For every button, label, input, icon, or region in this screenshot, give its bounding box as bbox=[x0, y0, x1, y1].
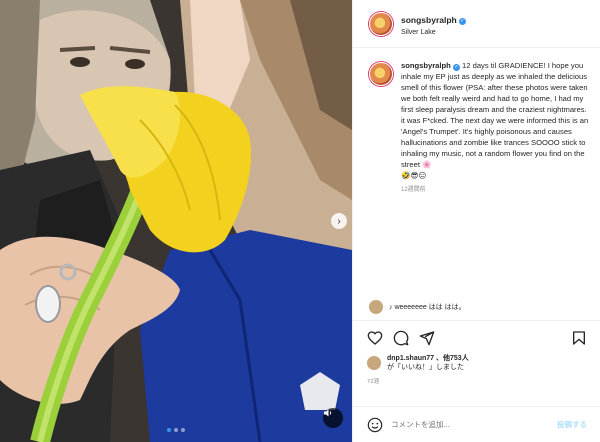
verified-badge-icon: ✓ bbox=[458, 17, 466, 25]
sound-toggle-button[interactable] bbox=[323, 408, 343, 428]
share-icon[interactable] bbox=[419, 330, 435, 346]
post-photo[interactable]: › bbox=[0, 0, 352, 442]
caption-avatar[interactable] bbox=[369, 62, 393, 86]
caption-username[interactable]: songsbyralph bbox=[401, 61, 451, 70]
caption-time: 12週間前 bbox=[401, 187, 426, 193]
comment-text: ♪ weeeeeee はは はは。 bbox=[389, 304, 466, 311]
comment-preview: ♪ weeeeeee はは はは。 bbox=[369, 300, 589, 314]
post-time[interactable]: 72週 bbox=[353, 372, 600, 385]
photo-illustration bbox=[0, 0, 352, 442]
likes-suffix: が「いいね！」しました bbox=[387, 364, 464, 371]
carousel-dot bbox=[174, 428, 178, 432]
post-header: songsbyralph ✓ Silver Lake bbox=[353, 0, 600, 48]
heart-icon[interactable] bbox=[367, 330, 383, 346]
carousel-dot bbox=[181, 428, 185, 432]
emoji-icon[interactable] bbox=[367, 417, 383, 433]
caption: songsbyralph ✓ 12 days til GRADIENCE! I … bbox=[369, 60, 589, 196]
comment-composer: 投稿する bbox=[353, 406, 600, 442]
location-link[interactable]: Silver Lake bbox=[401, 29, 466, 37]
carousel-dot-active bbox=[167, 428, 171, 432]
caption-text: 12 days til GRADIENCE! I hope you inhale… bbox=[401, 61, 589, 169]
comment-input[interactable] bbox=[391, 420, 557, 429]
carousel-indicator bbox=[0, 428, 352, 432]
verified-badge-icon: ✓ bbox=[452, 64, 460, 71]
username-link[interactable]: songsbyralph bbox=[401, 16, 457, 26]
chevron-right-icon: › bbox=[337, 215, 341, 227]
likes-summary: dnp1.shaun77 、他753人 が「いいね！」しました bbox=[353, 346, 600, 372]
avatar[interactable] bbox=[369, 11, 393, 36]
comment-icon[interactable] bbox=[393, 330, 409, 346]
bookmark-icon[interactable] bbox=[571, 330, 587, 346]
liker-avatar[interactable] bbox=[367, 356, 381, 370]
action-bar: dnp1.shaun77 、他753人 が「いいね！」しました 72週 bbox=[353, 320, 600, 385]
likes-link[interactable]: dnp1.shaun77 、他753人 bbox=[387, 355, 469, 362]
post-sidebar: songsbyralph ✓ Silver Lake songsbyralph … bbox=[352, 0, 600, 442]
caption-emojis: 🤣😎😑 bbox=[401, 171, 427, 180]
next-photo-button[interactable]: › bbox=[331, 213, 347, 229]
post-comment-button[interactable]: 投稿する bbox=[557, 419, 587, 430]
commenter-avatar[interactable] bbox=[369, 300, 383, 314]
sound-icon bbox=[324, 409, 332, 417]
